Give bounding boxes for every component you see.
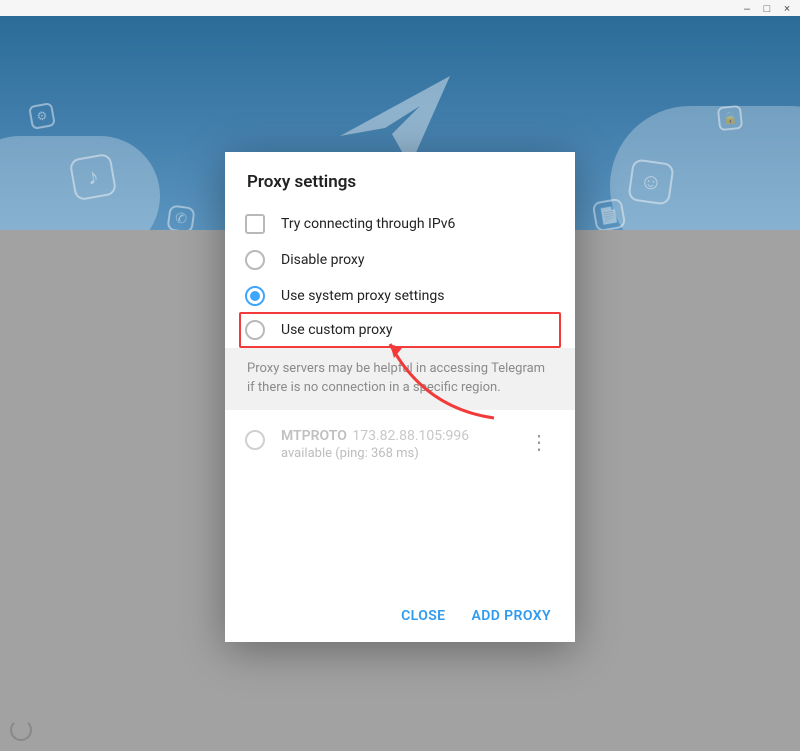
close-button[interactable]: CLOSE (401, 608, 445, 624)
proxy-more-button[interactable]: ⋮ (523, 428, 555, 456)
kebab-icon: ⋮ (529, 430, 549, 454)
window-maximize-button[interactable]: □ (762, 3, 772, 14)
bg-tile-icon: ☺ (627, 158, 674, 205)
proxy-type: MTPROTO (281, 428, 347, 444)
window-close-button[interactable]: × (782, 3, 792, 14)
proxy-address: 173.82.88.105:996 (352, 428, 469, 444)
radio-icon (245, 250, 265, 270)
option-label: Use system proxy settings (281, 288, 444, 304)
dialog-title: Proxy settings (225, 152, 575, 200)
radio-icon (245, 430, 265, 450)
bg-tile-icon: 🔒 (717, 105, 743, 131)
proxy-options: Try connecting through IPv6 Disable prox… (225, 200, 575, 348)
help-text: Proxy servers may be helpful in accessin… (225, 348, 575, 410)
checkbox-icon (245, 214, 265, 234)
window-minimize-button[interactable]: ‒ (742, 3, 752, 14)
proxy-status: available (ping: 368 ms) (281, 446, 523, 461)
option-label: Disable proxy (281, 252, 364, 268)
bg-tile-icon: ✆ (166, 204, 195, 230)
option-label: Use custom proxy (281, 322, 393, 338)
bg-tile-icon: ♪ (69, 153, 118, 202)
proxy-list: MTPROTO 173.82.88.105:996 available (pin… (225, 410, 575, 594)
window-titlebar: ‒ □ × (0, 0, 800, 16)
option-system-proxy[interactable]: Use system proxy settings (245, 278, 555, 314)
bg-tile-icon: ⚙ (28, 102, 56, 130)
radio-selected-icon (245, 286, 265, 306)
option-disable-proxy[interactable]: Disable proxy (245, 242, 555, 278)
proxy-entry[interactable]: MTPROTO 173.82.88.105:996 available (pin… (245, 420, 555, 469)
add-proxy-button[interactable]: ADD PROXY (471, 608, 551, 624)
dialog-actions: CLOSE ADD PROXY (225, 594, 575, 642)
option-ipv6[interactable]: Try connecting through IPv6 (245, 206, 555, 242)
loading-spinner-icon (10, 719, 32, 741)
radio-icon (245, 320, 265, 340)
option-label: Try connecting through IPv6 (281, 216, 455, 232)
bg-tile-icon: 📄 (592, 198, 627, 230)
proxy-settings-dialog: Proxy settings Try connecting through IP… (225, 152, 575, 642)
option-custom-proxy[interactable]: Use custom proxy (239, 312, 561, 348)
